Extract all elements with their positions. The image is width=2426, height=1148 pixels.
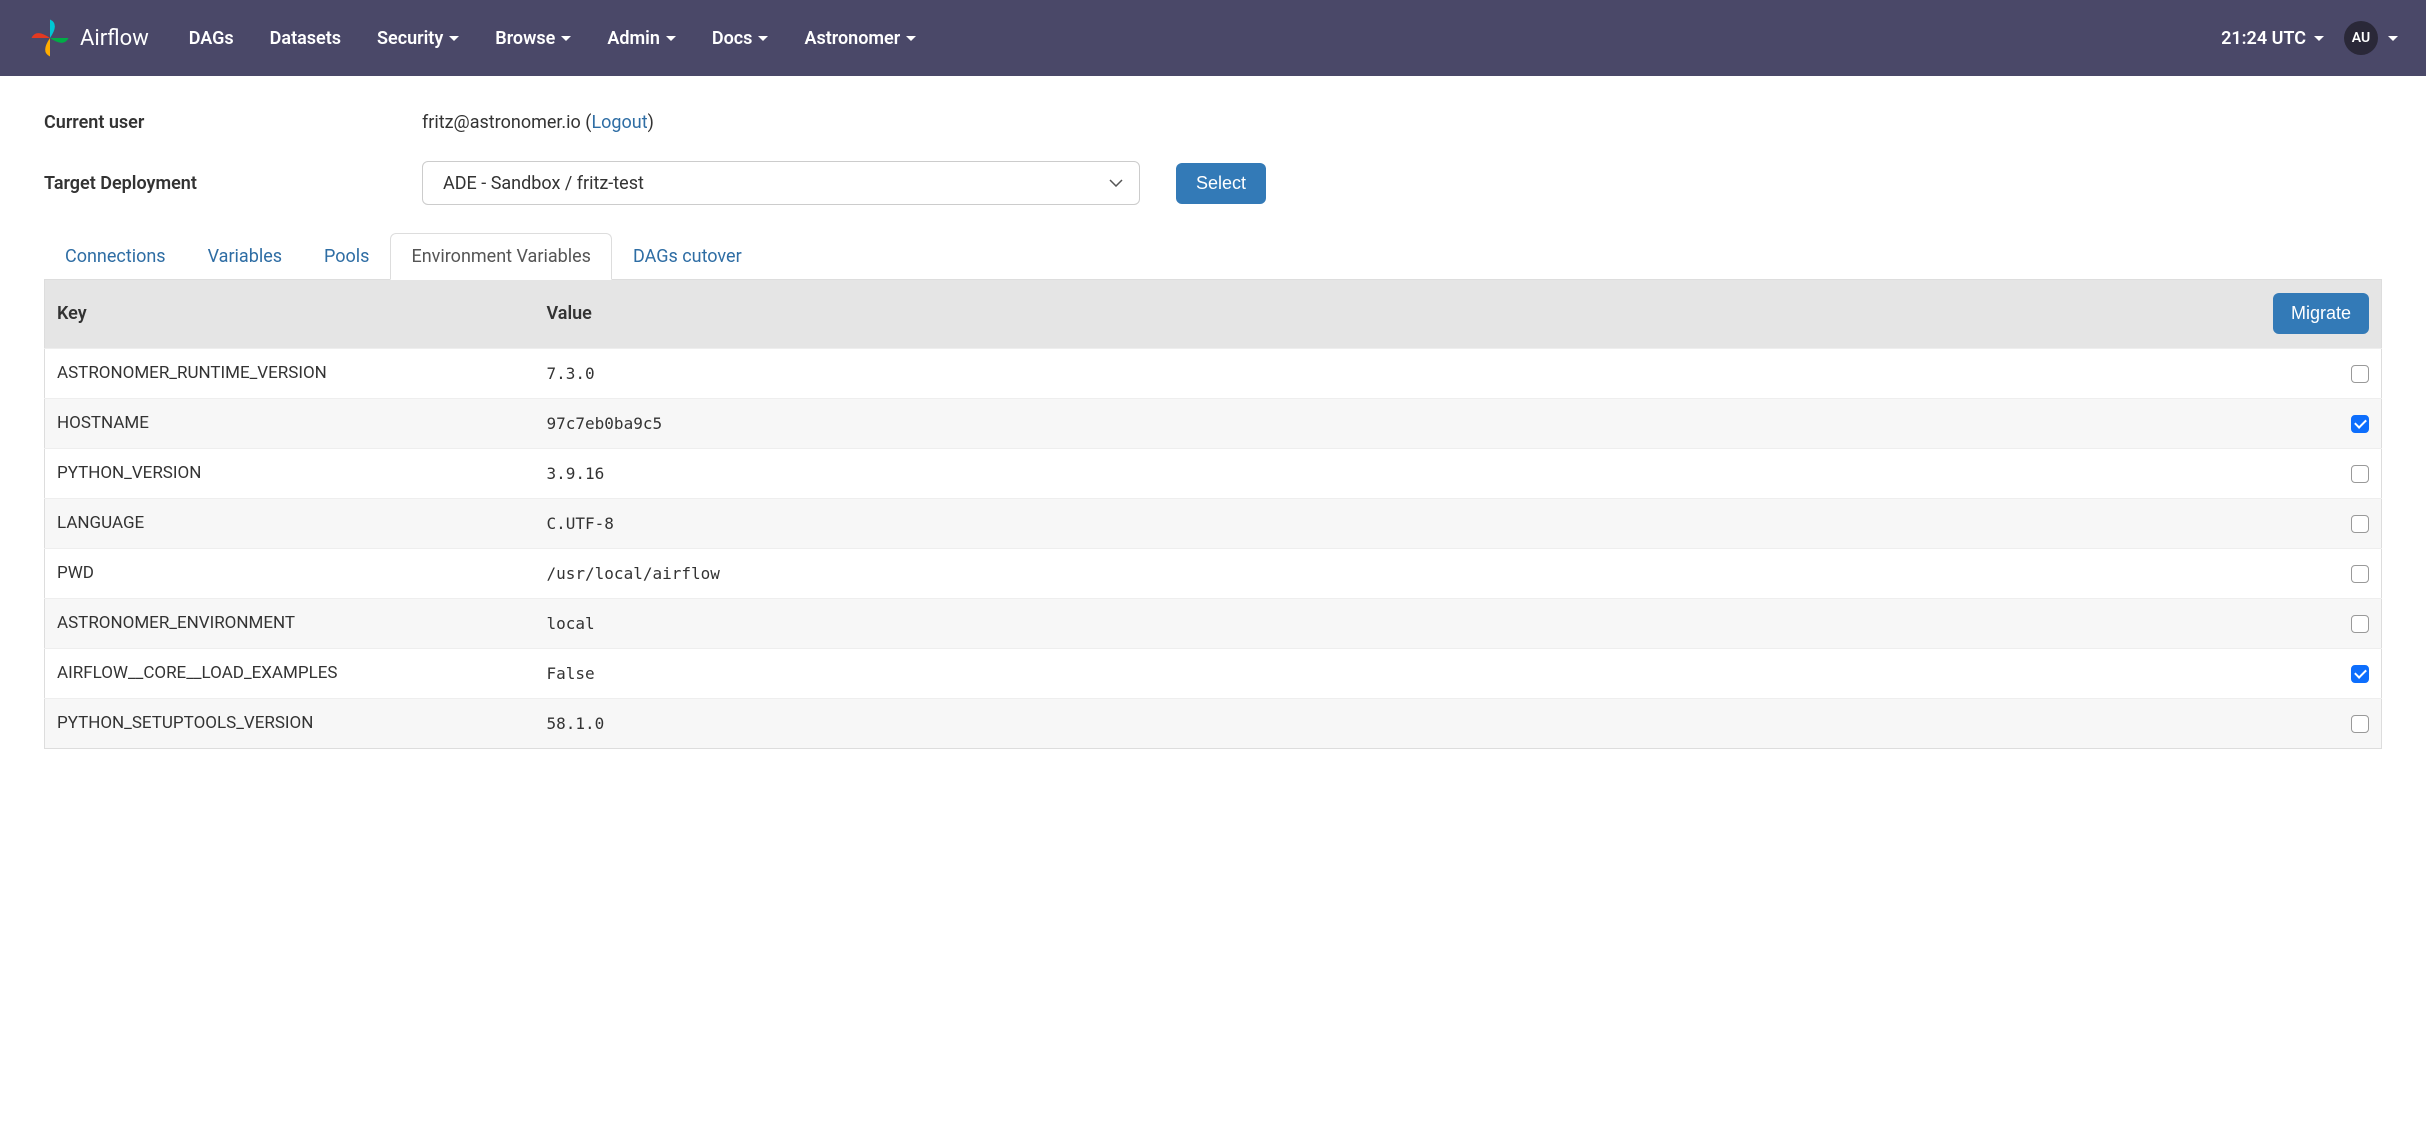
cell-key: LANGUAGE	[45, 498, 535, 548]
caret-down-icon	[758, 36, 768, 41]
row-checkbox[interactable]	[2351, 465, 2369, 483]
row-checkbox[interactable]	[2351, 565, 2369, 583]
tab-pools[interactable]: Pools	[303, 233, 390, 280]
target-deployment-select[interactable]: ADE - Sandbox / fritz-test	[422, 161, 1140, 205]
select-button[interactable]: Select	[1176, 163, 1266, 204]
col-migrate: Migrate	[2242, 280, 2382, 348]
nav-item-dags[interactable]: DAGs	[189, 28, 234, 49]
select-value: ADE - Sandbox / fritz-test	[443, 173, 644, 194]
logout-link[interactable]: Logout	[591, 112, 647, 133]
table-row: PWD/usr/local/airflow	[45, 548, 2382, 598]
nav-item-label: Astronomer	[804, 28, 900, 49]
cell-value: /usr/local/airflow	[535, 548, 2242, 598]
brand[interactable]: Airflow	[28, 16, 149, 60]
nav-item-label: Security	[377, 28, 443, 49]
current-user-value: fritz@astronomer.io (Logout)	[422, 112, 654, 133]
cell-checkbox	[2242, 698, 2382, 748]
cell-value: 58.1.0	[535, 698, 2242, 748]
table-row: ASTRONOMER_ENVIRONMENTlocal	[45, 598, 2382, 648]
user-email: fritz@astronomer.io	[422, 112, 581, 133]
nav-item-astronomer[interactable]: Astronomer	[804, 28, 916, 49]
table-row: PYTHON_VERSION3.9.16	[45, 448, 2382, 498]
table-row: HOSTNAME97c7eb0ba9c5	[45, 398, 2382, 448]
brand-text: Airflow	[80, 26, 149, 51]
nav-item-label: Datasets	[270, 28, 341, 49]
cell-key: ASTRONOMER_ENVIRONMENT	[45, 598, 535, 648]
cell-key: PWD	[45, 548, 535, 598]
table-header-row: Key Value Migrate	[45, 280, 2382, 348]
target-deployment-controls: ADE - Sandbox / fritz-test Select	[422, 161, 1266, 205]
tab-dags-cutover[interactable]: DAGs cutover	[612, 233, 763, 280]
tab-variables[interactable]: Variables	[187, 233, 303, 280]
caret-down-icon	[2314, 36, 2324, 41]
nav-item-datasets[interactable]: Datasets	[270, 28, 341, 49]
chevron-down-icon	[1109, 179, 1123, 187]
cell-checkbox	[2242, 398, 2382, 448]
nav-item-label: Docs	[712, 28, 753, 49]
col-key: Key	[45, 280, 535, 348]
cell-checkbox	[2242, 648, 2382, 698]
table-row: LANGUAGEC.UTF-8	[45, 498, 2382, 548]
airflow-logo-icon	[28, 16, 72, 60]
nav-item-admin[interactable]: Admin	[607, 28, 676, 49]
cell-key: ASTRONOMER_RUNTIME_VERSION	[45, 348, 535, 398]
caret-down-icon	[561, 36, 571, 41]
cell-key: AIRFLOW__CORE__LOAD_EXAMPLES	[45, 648, 535, 698]
caret-down-icon	[666, 36, 676, 41]
row-checkbox[interactable]	[2351, 515, 2369, 533]
tab-environment-variables[interactable]: Environment Variables	[390, 233, 611, 280]
cell-checkbox	[2242, 498, 2382, 548]
table-row: PYTHON_SETUPTOOLS_VERSION58.1.0	[45, 698, 2382, 748]
nav-right: 21:24 UTC AU	[2221, 21, 2398, 55]
cell-checkbox	[2242, 348, 2382, 398]
migrate-button[interactable]: Migrate	[2273, 293, 2369, 334]
table-row: AIRFLOW__CORE__LOAD_EXAMPLESFalse	[45, 648, 2382, 698]
caret-down-icon	[2388, 36, 2398, 41]
tab-connections[interactable]: Connections	[44, 233, 187, 280]
nav-item-label: Admin	[607, 28, 660, 49]
table-row: ASTRONOMER_RUNTIME_VERSION7.3.0	[45, 348, 2382, 398]
time-text: 21:24 UTC	[2221, 28, 2306, 49]
tabs: ConnectionsVariablesPoolsEnvironment Var…	[44, 233, 2382, 280]
avatar: AU	[2344, 21, 2378, 55]
row-checkbox[interactable]	[2351, 615, 2369, 633]
cell-value: 97c7eb0ba9c5	[535, 398, 2242, 448]
navbar: Airflow DAGsDatasetsSecurityBrowseAdminD…	[0, 0, 2426, 76]
nav-item-browse[interactable]: Browse	[495, 28, 571, 49]
nav-item-label: Browse	[495, 28, 555, 49]
current-user-row: Current user fritz@astronomer.io (Logout…	[44, 112, 2382, 133]
caret-down-icon	[449, 36, 459, 41]
env-vars-table: Key Value Migrate ASTRONOMER_RUNTIME_VER…	[44, 280, 2382, 749]
cell-checkbox	[2242, 598, 2382, 648]
cell-key: PYTHON_VERSION	[45, 448, 535, 498]
cell-value: C.UTF-8	[535, 498, 2242, 548]
current-user-label: Current user	[44, 112, 422, 133]
caret-down-icon	[906, 36, 916, 41]
user-menu[interactable]: AU	[2344, 21, 2398, 55]
nav-item-docs[interactable]: Docs	[712, 28, 769, 49]
cell-value: 3.9.16	[535, 448, 2242, 498]
cell-checkbox	[2242, 548, 2382, 598]
nav-time[interactable]: 21:24 UTC	[2221, 28, 2324, 49]
row-checkbox[interactable]	[2351, 415, 2369, 433]
cell-value: local	[535, 598, 2242, 648]
target-deployment-label: Target Deployment	[44, 173, 422, 194]
row-checkbox[interactable]	[2351, 665, 2369, 683]
row-checkbox[interactable]	[2351, 715, 2369, 733]
cell-key: HOSTNAME	[45, 398, 535, 448]
cell-value: False	[535, 648, 2242, 698]
cell-value: 7.3.0	[535, 348, 2242, 398]
cell-checkbox	[2242, 448, 2382, 498]
nav-item-label: DAGs	[189, 28, 234, 49]
nav-items: DAGs Datasets Security Browse Admin Docs Astro…	[189, 28, 2221, 49]
content: Current user fritz@astronomer.io (Logout…	[0, 76, 2426, 769]
col-value: Value	[535, 280, 2242, 348]
nav-item-security[interactable]: Security	[377, 28, 459, 49]
target-deployment-row: Target Deployment ADE - Sandbox / fritz-…	[44, 161, 2382, 205]
cell-key: PYTHON_SETUPTOOLS_VERSION	[45, 698, 535, 748]
row-checkbox[interactable]	[2351, 365, 2369, 383]
